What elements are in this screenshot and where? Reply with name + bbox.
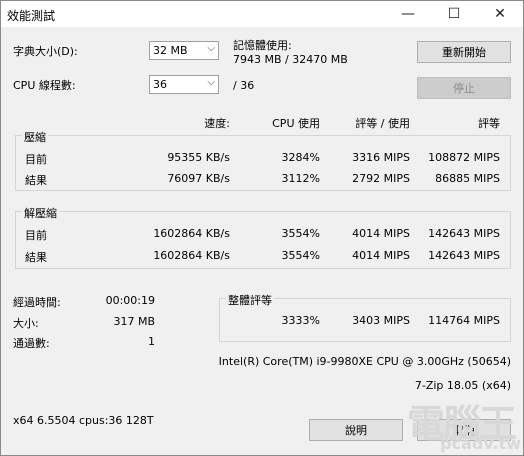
maximize-icon[interactable]: ☐	[431, 1, 477, 27]
memory-usage-value: 7943 MB / 32470 MB	[233, 53, 348, 66]
help-button[interactable]: 說明	[309, 419, 403, 441]
dict-size-value: 32 MB	[153, 44, 188, 57]
col-speed: 速度:	[204, 117, 230, 130]
elapsed-time-value: 00:00:19	[105, 294, 155, 307]
title-bar: 效能測試 — ☐ ✕	[1, 1, 523, 27]
total-cpu: 3333%	[281, 314, 320, 327]
cpu-threads-value: 36	[153, 78, 167, 91]
decompress-result-cpu: 3554%	[281, 249, 320, 262]
arch-info: x64 6.5504 cpus:36 128T	[13, 414, 154, 427]
benchmark-window: 效能測試 — ☐ ✕ 字典大小(D): 32 MB ⌵ CPU 線程數: 36 …	[0, 0, 524, 456]
compress-current-label: 目前	[25, 153, 47, 166]
decompress-result-label: 結果	[25, 251, 47, 264]
compress-group-title: 壓縮	[22, 129, 48, 145]
compress-current-rating: 108872 MIPS	[428, 151, 500, 164]
total-rating: 114764 MIPS	[428, 314, 500, 327]
compress-current-rpu: 3316 MIPS	[352, 151, 410, 164]
version-info: 7-Zip 18.05 (x64)	[414, 379, 511, 392]
size-value: 317 MB	[113, 315, 155, 328]
col-rating: 評等	[478, 117, 500, 130]
stop-button[interactable]: 停止	[417, 77, 511, 99]
col-rating-usage: 評等 / 使用	[355, 117, 410, 130]
restart-button[interactable]: 重新開始	[417, 41, 511, 63]
window-title: 效能測試	[7, 9, 56, 23]
compress-result-rating: 86885 MIPS	[435, 172, 500, 185]
decompress-result-speed: 1602864 KB/s	[153, 249, 230, 262]
watermark-url: pcadv.tw	[440, 434, 521, 453]
compress-result-rpu: 2792 MIPS	[352, 172, 410, 185]
cpu-info: Intel(R) Core(TM) i9-9980XE CPU @ 3.00GH…	[218, 355, 511, 368]
memory-usage-label: 記憶體使用:	[233, 39, 292, 52]
decompress-group-title: 解壓縮	[22, 205, 59, 221]
col-cpu-usage: CPU 使用	[272, 117, 320, 130]
compress-result-label: 結果	[25, 174, 47, 187]
dict-size-select[interactable]: 32 MB ⌵	[149, 41, 219, 60]
compress-current-cpu: 3284%	[281, 151, 320, 164]
decompress-current-label: 目前	[25, 229, 47, 242]
cpu-threads-total: / 36	[233, 79, 255, 92]
minimize-icon[interactable]: —	[385, 1, 431, 27]
total-rating-title: 整體評等	[226, 292, 274, 308]
dict-size-label: 字典大小(D):	[13, 45, 78, 58]
compress-current-speed: 95355 KB/s	[167, 151, 230, 164]
size-label: 大小:	[13, 317, 39, 330]
compress-result-speed: 76097 KB/s	[167, 172, 230, 185]
decompress-current-speed: 1602864 KB/s	[153, 227, 230, 240]
passes-label: 通過數:	[13, 337, 50, 350]
decompress-current-rating: 142643 MIPS	[428, 227, 500, 240]
cpu-threads-select[interactable]: 36 ⌵	[149, 75, 219, 94]
cpu-threads-label: CPU 線程數:	[13, 79, 76, 92]
chevron-down-icon: ⌵	[207, 43, 215, 54]
close-icon[interactable]: ✕	[477, 1, 523, 27]
compress-result-cpu: 3112%	[281, 172, 320, 185]
decompress-result-rpu: 4014 MIPS	[352, 249, 410, 262]
decompress-current-rpu: 4014 MIPS	[352, 227, 410, 240]
watermark: 電腦王 pcadv.tw	[403, 393, 521, 453]
total-rpu: 3403 MIPS	[352, 314, 410, 327]
elapsed-time-label: 經過時間:	[13, 296, 61, 309]
decompress-current-cpu: 3554%	[281, 227, 320, 240]
decompress-result-rating: 142643 MIPS	[428, 249, 500, 262]
passes-value: 1	[148, 335, 155, 348]
chevron-down-icon: ⌵	[207, 77, 215, 88]
